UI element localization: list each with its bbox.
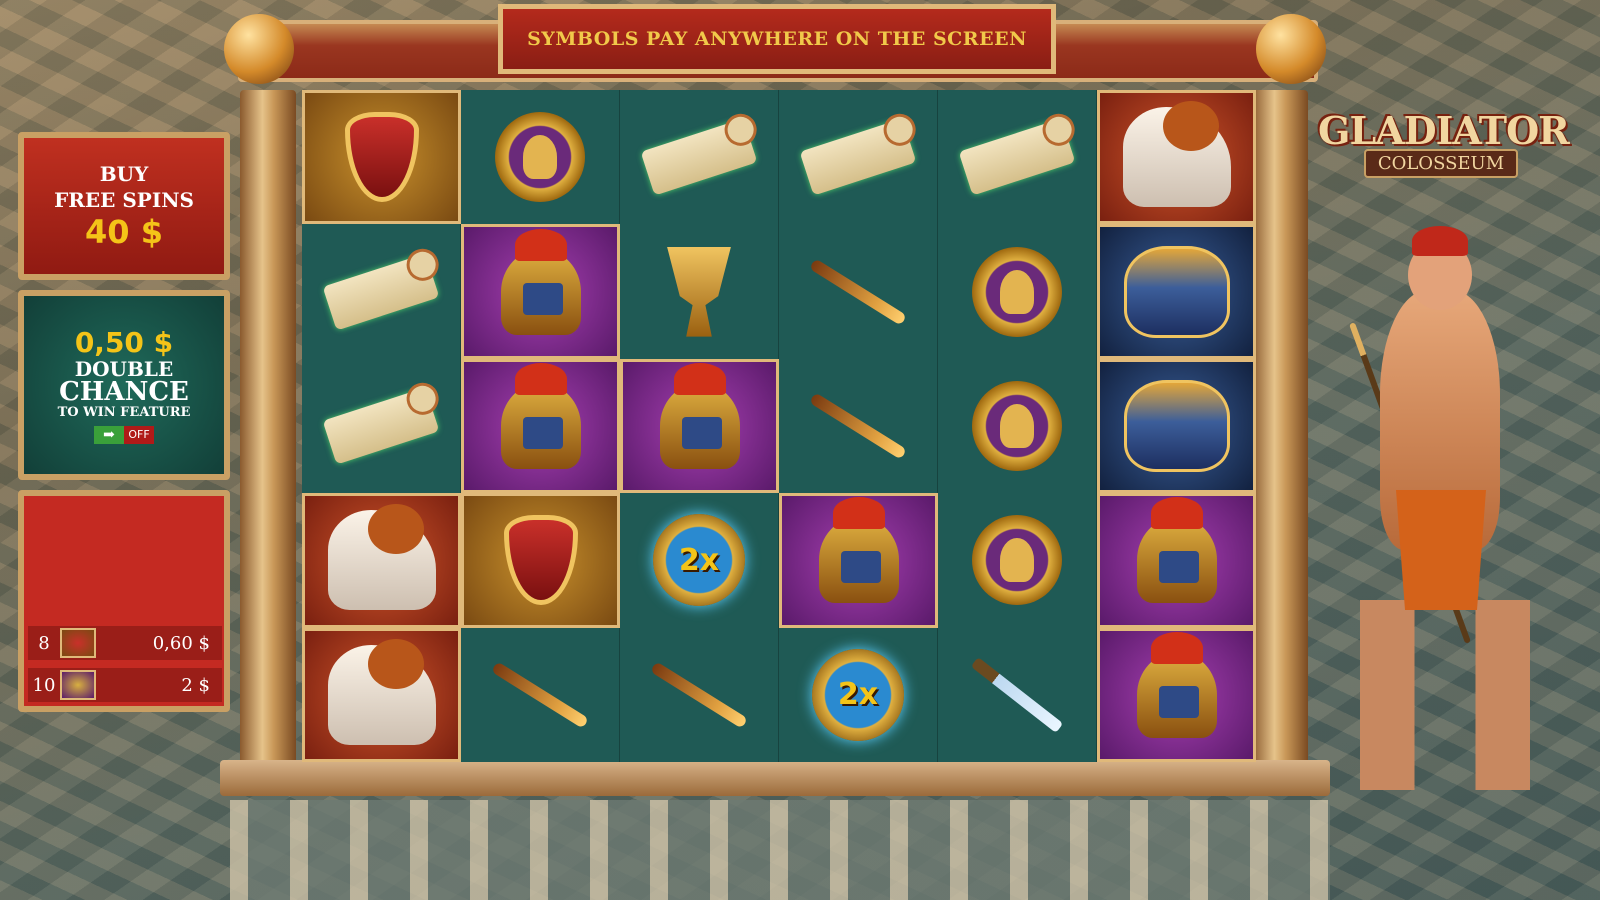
reel-cell — [779, 90, 938, 225]
free-spins-label: FREE SPINS — [54, 188, 194, 212]
buy-label: BUY — [99, 162, 149, 186]
sword-icon — [970, 656, 1064, 733]
buy-free-spins-button[interactable]: BUY FREE SPINS 40 $ — [18, 132, 230, 280]
scroll-icon — [640, 118, 758, 196]
scroll-icon — [322, 253, 440, 331]
reel-cell — [938, 224, 1097, 359]
reel-cell — [1097, 358, 1256, 494]
multiplier-icon: 2x — [812, 648, 904, 741]
reel-cell — [620, 224, 779, 359]
paytable-count: 8 — [38, 632, 50, 654]
buy-price: 40 $ — [85, 213, 163, 251]
reel-cell — [938, 493, 1097, 628]
arrow-right-icon: ➡ — [94, 426, 124, 444]
gladiator-character — [1290, 226, 1560, 800]
horse-icon — [327, 638, 436, 745]
reel-cell — [461, 224, 620, 359]
multiplier-icon: 2x — [653, 514, 745, 607]
reel-cell — [938, 358, 1097, 494]
paytable-count: 10 — [32, 674, 56, 696]
coin-icon — [972, 246, 1062, 337]
horse-icon — [1122, 101, 1231, 208]
chance-label: CHANCE — [59, 377, 189, 407]
spear-icon — [809, 392, 907, 460]
spear-icon — [491, 661, 589, 729]
reel-cell — [779, 224, 938, 359]
reel-cell — [461, 627, 620, 762]
orb-left-ornament — [224, 14, 294, 84]
reel-cell — [620, 358, 779, 494]
reel-cell — [1097, 90, 1256, 225]
logo-title: GLADIATOR — [1318, 108, 1570, 153]
paytable-value: 0,60 $ — [152, 632, 210, 654]
paytable-row: 8 0,60 $ — [28, 626, 222, 660]
coin-icon — [495, 112, 585, 203]
reel-cell — [461, 90, 620, 225]
reel-cell — [1097, 627, 1256, 762]
helmet-icon — [60, 670, 96, 700]
frame-base — [220, 760, 1330, 796]
info-banner: SYMBOLS PAY ANYWHERE ON THE SCREEN — [498, 4, 1056, 74]
double-chance-amount: 0,50 $ — [74, 326, 174, 359]
orb-right-ornament — [1256, 14, 1326, 84]
gladiator-legs — [1360, 600, 1530, 790]
banner-text: SYMBOLS PAY ANYWHERE ON THE SCREEN — [527, 28, 1027, 50]
reel-cell — [302, 358, 461, 494]
reel-cell — [1097, 224, 1256, 359]
armor-icon — [1123, 245, 1230, 338]
gladiator-helmet-crest — [1412, 226, 1468, 256]
reel-cell — [461, 358, 620, 494]
reel-cell — [302, 224, 461, 359]
to-win-feature-label: TO WIN FEATURE — [57, 405, 191, 420]
reel-cell: 2x — [779, 627, 938, 762]
shield-icon — [60, 628, 96, 658]
reel-cell — [938, 90, 1097, 225]
toggle-off-label: OFF — [124, 426, 154, 444]
coin-icon — [972, 515, 1062, 606]
armor-icon — [1123, 379, 1230, 472]
helmet-icon — [659, 362, 740, 469]
reel-cell — [779, 493, 938, 628]
reel-cell — [779, 358, 938, 494]
reel-cell — [302, 90, 461, 225]
game-logo: GLADIATOR COLOSSEUM — [1318, 108, 1570, 192]
spear-icon — [650, 661, 748, 729]
reel-grid: 2x 2x — [302, 90, 1256, 762]
shield-icon — [344, 112, 419, 203]
background-colonnade — [230, 800, 1330, 900]
paytable-value: 2 $ — [181, 674, 210, 696]
pillar-left — [240, 90, 296, 780]
reel-cell — [1097, 493, 1256, 628]
multiplier-label: 2x — [837, 677, 879, 713]
helmet-icon — [1136, 497, 1217, 604]
double-chance-panel: 0,50 $ DOUBLE CHANCE TO WIN FEATURE ➡ OF… — [18, 290, 230, 480]
logo-subtitle: COLOSSEUM — [1363, 149, 1519, 178]
scroll-icon — [958, 118, 1076, 196]
shield-icon — [503, 515, 578, 606]
double-chance-toggle[interactable]: ➡ OFF — [94, 426, 154, 444]
reel-cell — [302, 627, 461, 762]
helmet-icon — [1136, 631, 1217, 738]
cup-icon — [667, 246, 731, 337]
reel-cell: 2x — [620, 493, 779, 628]
win-paytable-panel: 8 0,60 $ 10 2 $ — [18, 490, 230, 712]
double-label: DOUBLE — [74, 357, 174, 381]
scroll-icon — [322, 387, 440, 465]
helmet-icon — [500, 362, 581, 469]
reel-cell — [620, 627, 779, 762]
horse-icon — [327, 504, 436, 611]
reel-cell — [302, 493, 461, 628]
coin-icon — [972, 380, 1062, 471]
reel-cell — [620, 90, 779, 225]
helmet-icon — [818, 497, 899, 604]
spear-icon — [809, 257, 907, 326]
gladiator-skirt — [1396, 490, 1486, 610]
multiplier-label: 2x — [678, 542, 720, 578]
helmet-icon — [500, 228, 581, 335]
scroll-icon — [799, 118, 917, 196]
paytable-row: 10 2 $ — [28, 668, 222, 702]
reel-cell — [938, 627, 1097, 762]
reel-cell — [461, 493, 620, 628]
